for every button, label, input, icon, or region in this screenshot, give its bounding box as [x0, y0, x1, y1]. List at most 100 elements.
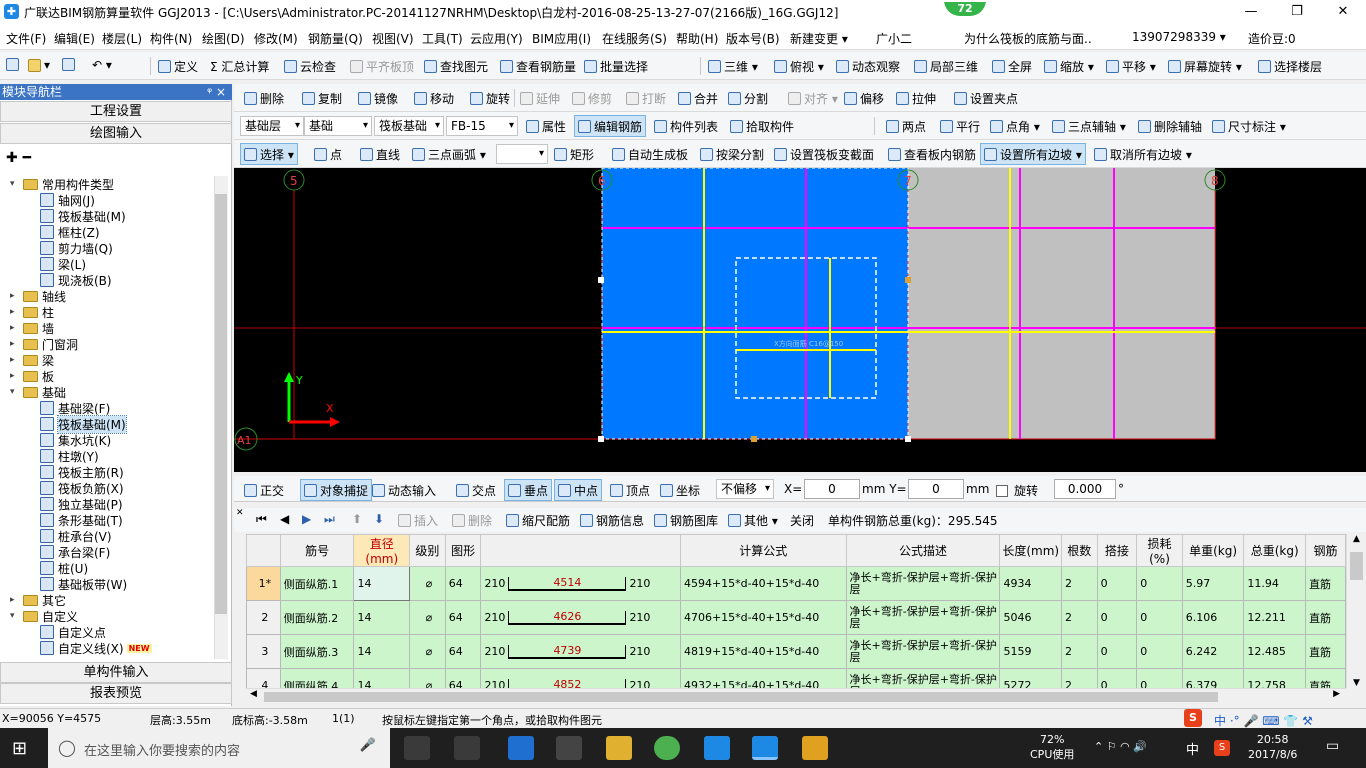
dimension-button[interactable]: 尺寸标注 ▾: [1212, 118, 1286, 135]
two-point-button[interactable]: 两点: [886, 118, 926, 135]
ime-toolbar-icons[interactable]: 中 ·° 🎤 ⌨ 👕 ⚒: [1214, 712, 1313, 729]
grip-left[interactable]: [598, 277, 604, 283]
tab-single-component-input[interactable]: 单构件输入: [0, 662, 232, 683]
cell-shape[interactable]: 210 4852 210: [480, 668, 681, 688]
glodon-icon[interactable]: [704, 736, 730, 760]
local-3d-button[interactable]: 局部三维: [914, 58, 978, 75]
column-header[interactable]: 筋号: [279, 534, 355, 567]
table-row[interactable]: 4 侧面纵筋.4 14 ⌀ 64 210 4852 210 4932+15*d-40+15*d-…: [246, 668, 1346, 688]
summary-calc-button[interactable]: Σ 汇总计算: [210, 58, 269, 75]
cell-formula[interactable]: 4819+15*d-40+15*d-40: [679, 634, 847, 669]
cell-length[interactable]: 4934: [999, 566, 1062, 601]
cell-count[interactable]: 2: [1061, 600, 1098, 635]
cancel-all-slopes-button[interactable]: 取消所有边坡 ▾: [1094, 146, 1192, 163]
cell-loss[interactable]: 0: [1136, 600, 1183, 635]
tree-item[interactable]: ▸ 柱: [10, 304, 54, 320]
tree-item[interactable]: ▾ 常用构件类型: [10, 176, 114, 192]
cell-bar-name[interactable]: 侧面纵筋.1: [279, 566, 355, 601]
category-select[interactable]: 基础: [304, 116, 372, 136]
cell-diameter[interactable]: 14: [353, 668, 411, 688]
rebar-library-button[interactable]: 钢筋图库: [654, 512, 718, 529]
tree-expander-icon[interactable]: ▸: [10, 371, 20, 381]
menu-help[interactable]: 帮助(H): [676, 30, 718, 47]
menu-rebar-qty[interactable]: 钢筋量(Q): [308, 30, 363, 47]
open-file-icon[interactable]: ▾: [28, 58, 50, 72]
offset-button[interactable]: 偏移: [844, 90, 884, 107]
column-header[interactable]: 长度(mm): [999, 534, 1062, 567]
cell-total-weight[interactable]: 12.485: [1243, 634, 1307, 669]
edge-icon[interactable]: [508, 736, 534, 760]
scale-rebar-button[interactable]: 缩尺配筋: [506, 512, 570, 529]
cell-diameter[interactable]: 14: [353, 600, 411, 635]
tree-item[interactable]: 桩承台(V): [40, 528, 112, 544]
tree-item[interactable]: 梁(L): [40, 256, 86, 272]
cell-figure-no[interactable]: 64: [444, 668, 482, 688]
column-header[interactable]: [480, 534, 681, 567]
row-number[interactable]: 3: [246, 634, 281, 669]
minimize-button[interactable]: —: [1228, 0, 1274, 24]
grip-br[interactable]: [905, 436, 911, 442]
cell-bar-name[interactable]: 侧面纵筋.2: [279, 600, 355, 635]
cell-bar-name[interactable]: 侧面纵筋.4: [279, 668, 355, 688]
cell-bar-type[interactable]: 直筋: [1305, 634, 1346, 669]
tree-expander-icon[interactable]: ▸: [10, 595, 20, 605]
tree-item[interactable]: 自定义线(X) NEW: [40, 640, 152, 656]
rebar-info-button[interactable]: 钢筋信息: [580, 512, 644, 529]
mirror-button[interactable]: 镜像: [358, 90, 398, 107]
grip-right[interactable]: [905, 277, 911, 283]
cell-count[interactable]: 2: [1061, 634, 1098, 669]
cell-count[interactable]: 2: [1061, 668, 1098, 688]
column-header[interactable]: 计算公式: [679, 534, 847, 567]
last-record-icon[interactable]: ⏭: [324, 512, 335, 527]
cell-lap[interactable]: 0: [1096, 668, 1138, 688]
tree-item[interactable]: 独立基础(P): [40, 496, 123, 512]
tray-icons[interactable]: ⌃ ⚐ ◠ 🔊: [1094, 740, 1147, 753]
top-view-button[interactable]: 俯视 ▾: [774, 58, 824, 75]
tree-item[interactable]: 现浇板(B): [40, 272, 112, 288]
move-button[interactable]: 移动: [414, 90, 454, 107]
cell-loss[interactable]: 0: [1136, 668, 1183, 688]
tree-item[interactable]: ▸ 墙: [10, 320, 54, 336]
view-rebar-qty-button[interactable]: 查看钢筋量: [500, 58, 576, 75]
cell-formula-desc[interactable]: 净长+弯折-保护层+弯折-保护层: [845, 600, 1001, 635]
menu-component[interactable]: 构件(N): [150, 30, 192, 47]
close-grid-button[interactable]: 关闭: [790, 512, 814, 529]
cell-formula[interactable]: 4932+15*d-40+15*d-40: [679, 668, 847, 688]
column-header[interactable]: 搭接: [1096, 534, 1138, 567]
cell-grade[interactable]: ⌀: [409, 600, 446, 635]
save-icon[interactable]: [62, 58, 78, 71]
table-row[interactable]: 2 侧面纵筋.2 14 ⌀ 64 210 4626 210 4706+15*d-40+15*d-…: [246, 600, 1346, 635]
cell-total-weight[interactable]: 12.211: [1243, 600, 1307, 635]
tree-item[interactable]: 剪力墙(Q): [40, 240, 113, 256]
cell-length[interactable]: 5159: [999, 634, 1062, 669]
drawing-svg[interactable]: X方向面筋 C16@150 5 6 7 8 A1 Y X: [234, 168, 1366, 472]
tree-item[interactable]: 承台梁(F): [40, 544, 110, 560]
table-row[interactable]: 1* 侧面纵筋.1 14 ⌀ 64 210 4514 210 4594+15*d-40+15*d…: [246, 566, 1346, 601]
column-header[interactable]: 直径(mm): [353, 534, 411, 567]
cell-lap[interactable]: 0: [1096, 600, 1138, 635]
cell-unit-weight[interactable]: 6.242: [1181, 634, 1245, 669]
snap-vertex[interactable]: 顶点: [610, 482, 650, 499]
cell-formula[interactable]: 4706+15*d-40+15*d-40: [679, 600, 847, 635]
move-down-icon[interactable]: ⬇: [374, 512, 384, 526]
point-angle-button[interactable]: 点角 ▾: [990, 118, 1040, 135]
panel-pin-close-icon[interactable]: ᵠ ×: [207, 84, 226, 100]
row-number[interactable]: 1*: [246, 566, 281, 601]
pick-component-button[interactable]: 拾取构件: [730, 118, 794, 135]
drawing-canvas[interactable]: X方向面筋 C16@150 5 6 7 8 A1 Y X: [234, 168, 1366, 472]
rotate-checkbox[interactable]: 旋转: [996, 482, 1038, 499]
flush-top-button[interactable]: 平齐板顶: [350, 58, 414, 75]
cell-shape[interactable]: 210 4626 210: [480, 600, 681, 635]
cell-total-weight[interactable]: 12.758: [1243, 668, 1307, 688]
tree-expander-icon[interactable]: ▸: [10, 307, 20, 317]
tree-item[interactable]: 框柱(Z): [40, 224, 100, 240]
column-header[interactable]: 钢筋: [1305, 534, 1346, 567]
column-header[interactable]: [246, 534, 281, 567]
object-snap-toggle[interactable]: 对象捕捉: [300, 479, 373, 501]
menu-assistant[interactable]: 广小二: [876, 30, 912, 47]
row-number[interactable]: 2: [246, 600, 281, 635]
menu-question-link[interactable]: 为什么筏板的底筋与面..: [964, 30, 1092, 47]
y-input[interactable]: 0: [908, 479, 964, 499]
tree-item[interactable]: 基础梁(F): [40, 400, 110, 416]
cell-length[interactable]: 5046: [999, 600, 1062, 635]
